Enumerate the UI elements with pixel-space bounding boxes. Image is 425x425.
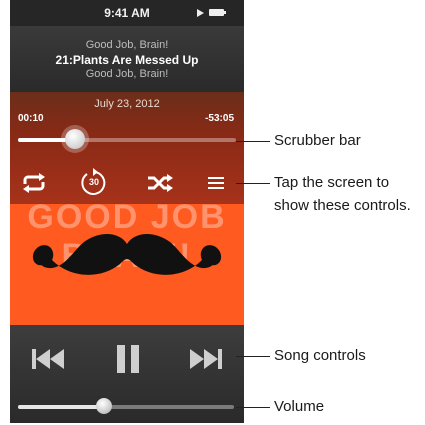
volume-fill [18,405,105,409]
volume-knob[interactable] [96,398,113,414]
play-indicator-icon [197,9,204,17]
battery-icon [209,9,224,16]
tap-callout-line2: show these controls. [274,197,411,214]
status-bar: 9:41 AM [10,0,244,26]
next-button[interactable] [188,343,224,375]
previous-icon [32,349,64,369]
mustache-image [32,233,222,275]
scrubber-callout-line [236,141,270,142]
scrubber-knob[interactable] [64,129,85,149]
player-controls-panel [10,325,244,423]
volume-callout-line [236,407,270,408]
menu-icon [208,177,224,189]
elapsed-time: 00:10 [18,113,44,124]
shuffle-icon [148,174,173,192]
volume-slider[interactable] [18,398,234,414]
scrubber-callout-label: Scrubber bar [274,132,361,149]
track-info: Good Job, Brain! 21:Plants Are Messed Up… [10,26,244,92]
controls-overlay[interactable]: July 23, 2012 00:10 -53:05 30 [10,92,244,204]
scrubber-bar[interactable] [18,129,236,149]
ipod-screen: 9:41 AM Good Job, Brain! 21:Plants Are M… [10,0,244,423]
tap-callout-line [236,183,270,184]
shuffle-button[interactable] [146,172,174,194]
previous-button[interactable] [30,343,66,375]
volume-callout-label: Volume [274,398,325,415]
album-art[interactable]: GOOD JOB BRAIN! [10,198,244,325]
song-controls-callout-line [236,356,270,357]
pause-button[interactable] [114,343,142,375]
album-name: Good Job, Brain! [85,68,169,80]
song-controls-callout-label: Song controls [274,347,366,364]
song-title: 21:Plants Are Messed Up [55,53,199,67]
repeat-button[interactable] [20,172,48,194]
repeat-icon [23,173,45,193]
skip-back-30-button[interactable]: 30 [78,168,110,198]
artist-name: Good Job, Brain! [85,39,169,51]
tap-callout-line1: Tap the screen to [274,174,390,191]
episode-date: July 23, 2012 [94,98,160,110]
skip-30-label: 30 [88,177,99,187]
remaining-time: -53:05 [205,113,234,124]
pause-icon [117,345,139,373]
next-icon [190,349,222,369]
menu-button[interactable] [206,172,234,194]
battery-tip [224,11,226,14]
